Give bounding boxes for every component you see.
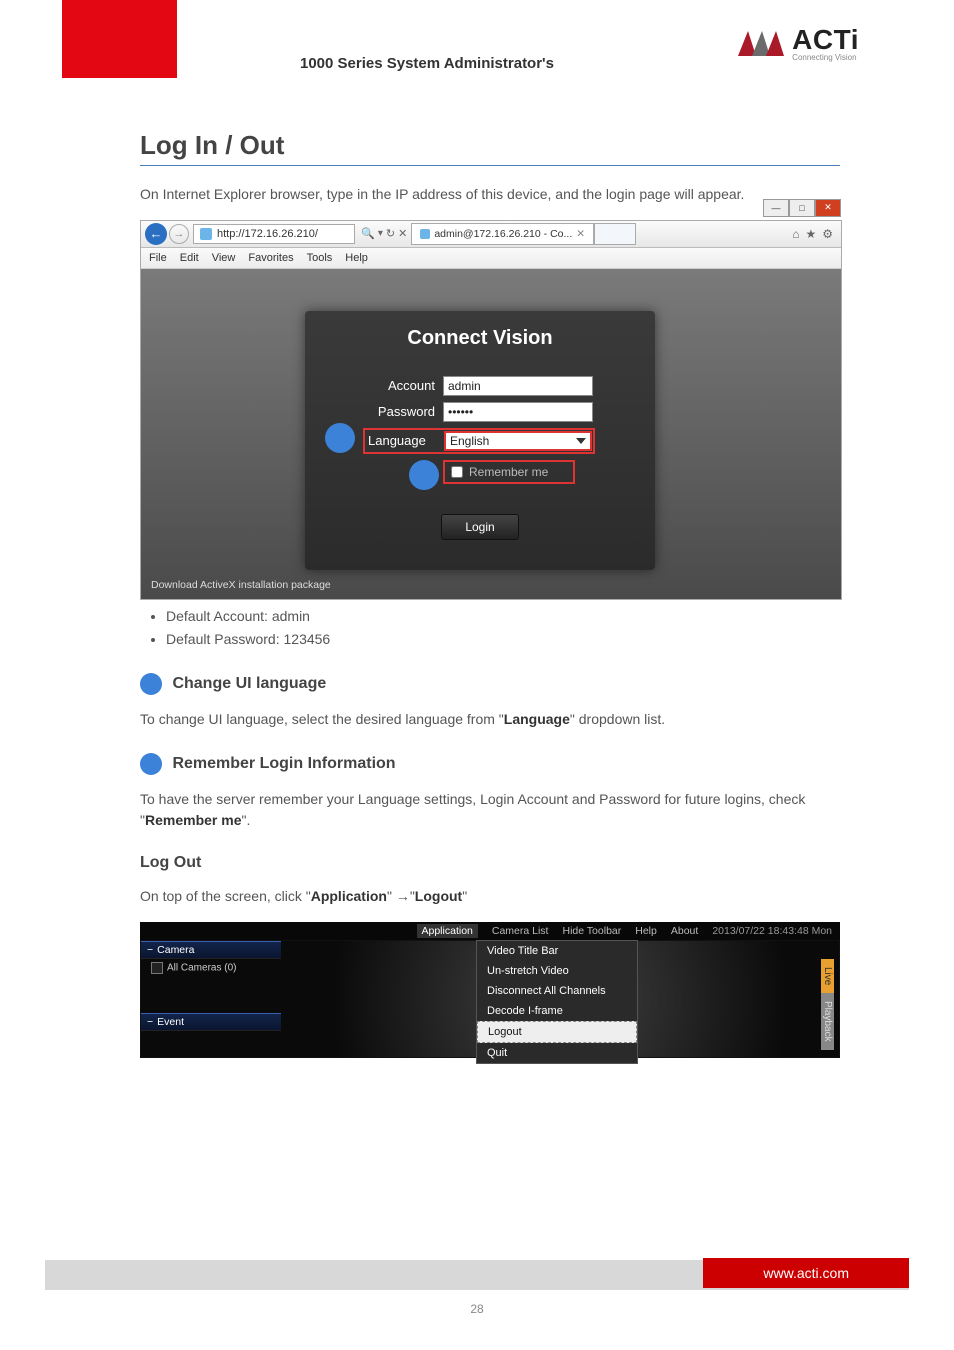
brand-logo-text: ACTi <box>792 26 859 54</box>
default-password-item: Default Password: 123456 <box>166 629 840 651</box>
menu-decode-iframe[interactable]: Decode I-frame <box>477 1001 637 1021</box>
topbar-application[interactable]: Application <box>417 924 478 938</box>
remember-row: Remember me <box>443 460 575 484</box>
remember-checkbox[interactable] <box>451 466 463 478</box>
url-actions: 🔍 ▾ ↻ ✕ <box>357 227 411 240</box>
favorites-icon[interactable]: ★ <box>805 227 816 241</box>
account-input[interactable]: admin <box>443 376 593 396</box>
refresh-icon[interactable]: ↻ <box>386 227 395 240</box>
brand-logo-sub: Connecting Vision <box>792 54 859 62</box>
menu-favorites[interactable]: Favorites <box>248 252 293 264</box>
callout-dot-a-ref <box>140 673 162 695</box>
ie-menu-bar: File Edit View Favorites Tools Help <box>141 248 841 269</box>
login-screenshot: — □ ✕ ← → http://172.16.26.210/ 🔍 ▾ ↻ ✕ <box>140 220 842 600</box>
new-tab-button[interactable] <box>594 223 636 245</box>
checkbox-icon[interactable] <box>151 962 163 974</box>
url-field[interactable]: http://172.16.26.210/ <box>193 224 355 244</box>
topbar-timestamp: 2013/07/22 18:43:48 Mon <box>712 925 832 937</box>
app-screenshot: Application Camera List Hide Toolbar Hel… <box>140 922 840 1058</box>
home-icon[interactable]: ⌂ <box>792 227 799 241</box>
language-row: Language English <box>363 428 635 454</box>
menu-unstretch-video[interactable]: Un-stretch Video <box>477 961 637 981</box>
download-activex-link[interactable]: Download ActiveX installation package <box>151 579 331 591</box>
topbar-help[interactable]: Help <box>635 925 657 937</box>
header-red-bar <box>62 0 177 78</box>
nav-back-icon[interactable]: ← <box>145 223 167 245</box>
favicon-icon <box>200 228 212 240</box>
menu-file[interactable]: File <box>149 252 167 264</box>
window-close-icon[interactable]: ✕ <box>815 199 841 217</box>
nav-forward-icon[interactable]: → <box>169 224 189 244</box>
password-row: Password •••••• <box>325 402 635 422</box>
callout-dot-b <box>409 460 439 490</box>
remember-text: To have the server remember your Languag… <box>140 789 840 832</box>
minus-icon: − <box>147 1016 153 1028</box>
window-maximize-icon[interactable]: □ <box>789 199 815 217</box>
right-tabs: Live Playback <box>821 959 839 1050</box>
window-controls: — □ ✕ <box>763 199 841 217</box>
topbar-camera-list[interactable]: Camera List <box>492 925 549 937</box>
password-input[interactable]: •••••• <box>443 402 593 422</box>
tab-close-icon[interactable]: ✕ <box>576 228 585 240</box>
defaults-list: Default Account: admin Default Password:… <box>166 606 840 651</box>
language-select[interactable]: English <box>444 431 592 451</box>
app-topbar: Application Camera List Hide Toolbar Hel… <box>140 922 840 940</box>
brand-logo-icon <box>734 26 786 62</box>
logout-sub-head: Log Out <box>140 854 840 872</box>
tab-live[interactable]: Live <box>821 959 834 993</box>
section-divider <box>140 165 840 166</box>
search-icon[interactable]: 🔍 <box>361 227 375 240</box>
section-intro: On Internet Explorer browser, type in th… <box>140 184 840 206</box>
topbar-hide-toolbar[interactable]: Hide Toolbar <box>562 925 621 937</box>
default-account-item: Default Account: admin <box>166 606 840 628</box>
chevron-down-icon <box>576 438 586 444</box>
remember-sub-head: Remember Login Information <box>140 753 840 775</box>
tab-playback[interactable]: Playback <box>821 993 834 1050</box>
callout-dot-a <box>325 423 355 453</box>
footer-url: www.acti.com <box>703 1258 909 1288</box>
password-label: Password <box>325 404 443 419</box>
account-label: Account <box>325 378 443 393</box>
menu-tools[interactable]: Tools <box>307 252 333 264</box>
callout-dot-b-ref <box>140 753 162 775</box>
brand-logo: ACTi Connecting Vision <box>734 26 859 62</box>
account-row: Account admin <box>325 376 635 396</box>
menu-help[interactable]: Help <box>345 252 368 264</box>
gear-icon[interactable]: ⚙ <box>822 227 833 241</box>
ie-address-bar: ← → http://172.16.26.210/ 🔍 ▾ ↻ ✕ admin@… <box>141 221 841 248</box>
menu-edit[interactable]: Edit <box>180 252 199 264</box>
window-minimize-icon[interactable]: — <box>763 199 789 217</box>
sidebar-all-cameras[interactable]: All Cameras (0) <box>141 959 281 977</box>
remember-label: Remember me <box>469 465 548 479</box>
login-card: Connect Vision Account admin Password ••… <box>305 311 655 570</box>
stop-icon[interactable]: ✕ <box>398 227 407 240</box>
app-sidebar: − Camera All Cameras (0) − Event <box>141 941 281 1057</box>
sidebar-event-head[interactable]: − Event <box>141 1013 281 1031</box>
menu-video-title-bar[interactable]: Video Title Bar <box>477 941 637 961</box>
browser-tab[interactable]: admin@172.16.26.210 - Co... ✕ <box>411 223 594 245</box>
menu-quit[interactable]: Quit <box>477 1043 637 1063</box>
doc-header-title: 1000 Series System Administrator's <box>300 55 554 72</box>
menu-disconnect-all[interactable]: Disconnect All Channels <box>477 981 637 1001</box>
minus-icon: − <box>147 944 153 956</box>
url-text: http://172.16.26.210/ <box>217 228 318 240</box>
language-label: Language <box>366 433 444 448</box>
logout-text: On top of the screen, click "Application… <box>140 886 840 908</box>
ie-right-icons: ⌂ ★ ⚙ <box>784 227 841 241</box>
section-heading: Log In / Out <box>140 130 840 161</box>
change-lang-sub-head: Change UI language <box>140 673 840 695</box>
application-menu: Video Title Bar Un-stretch Video Disconn… <box>476 940 638 1064</box>
topbar-about[interactable]: About <box>671 925 698 937</box>
menu-view[interactable]: View <box>212 252 236 264</box>
page-number: 28 <box>0 1302 954 1316</box>
login-title: Connect Vision <box>325 327 635 350</box>
tab-title: admin@172.16.26.210 - Co... <box>434 228 572 240</box>
menu-logout[interactable]: Logout <box>477 1021 637 1043</box>
login-button[interactable]: Login <box>441 514 519 540</box>
sidebar-camera-head[interactable]: − Camera <box>141 941 281 959</box>
favicon-icon <box>420 229 430 239</box>
language-value: English <box>450 434 489 448</box>
login-area: Connect Vision Account admin Password ••… <box>141 269 841 599</box>
change-lang-text: To change UI language, select the desire… <box>140 709 840 731</box>
